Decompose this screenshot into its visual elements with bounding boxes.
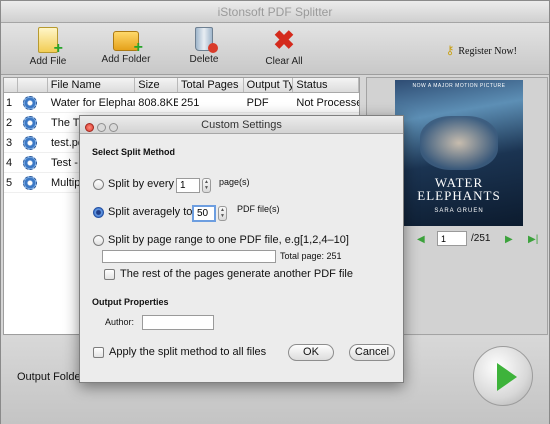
apply-all-checkbox[interactable]	[93, 346, 104, 358]
table-header: File Name Size Total Pages Output Ty Sta…	[4, 78, 359, 93]
section-output-properties: Output Properties	[92, 297, 169, 307]
book-cover-image: NOW A MAJOR MOTION PICTURE WATER ELEPHAN…	[395, 80, 523, 226]
split-average-option[interactable]: Split averagely to	[93, 206, 192, 218]
row-size: 808.8KB	[138, 97, 179, 109]
clear-all-label: Clear All	[265, 56, 303, 67]
row-icon-cell	[18, 133, 48, 152]
add-file-icon	[38, 27, 63, 58]
key-icon: ⚷	[445, 43, 455, 57]
cover-title-line-2: ELEPHANTS	[417, 188, 501, 203]
rest-pages-label: The rest of the pages generate another P…	[120, 268, 353, 280]
pages-per-split-input[interactable]	[176, 178, 200, 193]
apply-all-label: Apply the split method to all files	[109, 346, 267, 358]
rest-pages-checkbox[interactable]	[104, 268, 115, 280]
dialog-titlebar: Custom Settings	[80, 116, 403, 134]
clear-all-button[interactable]: ✖ Clear All	[249, 27, 319, 67]
window-title: iStonsoft PDF Splitter	[1, 1, 549, 23]
split-average-radio[interactable]	[93, 206, 104, 218]
row-icon-cell	[18, 173, 48, 192]
row-icon-cell	[18, 113, 48, 132]
split-range-label: Split by page range to one PDF file, e.g…	[108, 234, 349, 246]
red-x-icon: ✖	[273, 25, 295, 55]
toolbar: Add File Add Folder Delete ✖ Clear All ⚷…	[1, 23, 549, 75]
row-icon-cell	[18, 93, 48, 112]
gear-icon[interactable]	[23, 136, 37, 150]
split-every-radio[interactable]	[93, 178, 104, 190]
close-icon[interactable]	[85, 123, 94, 132]
output-folder-label: Output Folde	[17, 371, 81, 383]
row-total-pages: 251	[181, 97, 200, 109]
page-number-input[interactable]	[437, 231, 467, 246]
split-every-label: Split by every	[108, 178, 175, 190]
row-output-type: PDF	[246, 97, 269, 109]
apply-all-option[interactable]: Apply the split method to all files	[93, 346, 266, 358]
header-output-type[interactable]: Output Ty	[244, 78, 294, 92]
page-total: /251	[471, 233, 491, 244]
dialog-title: Custom Settings	[201, 119, 282, 131]
next-page-icon[interactable]: ▶	[505, 234, 513, 245]
add-folder-icon	[113, 31, 143, 57]
row-index: 4	[6, 157, 13, 169]
cancel-button[interactable]: Cancel	[349, 344, 395, 361]
header-file-name[interactable]: File Name	[48, 78, 136, 92]
row-index: 2	[6, 117, 13, 129]
minimize-icon[interactable]	[97, 123, 106, 132]
add-folder-button[interactable]: Add Folder	[91, 27, 161, 65]
ok-button[interactable]: OK	[288, 344, 334, 361]
row-index: 1	[6, 97, 13, 109]
file-count-input[interactable]	[192, 205, 216, 222]
register-label: Register Now!	[458, 46, 517, 57]
row-file-name: Water for Elephant	[50, 97, 136, 109]
split-every-option[interactable]: Split by every	[93, 178, 174, 190]
add-file-button[interactable]: Add File	[13, 27, 83, 67]
window-controls	[85, 120, 121, 138]
header-index	[4, 78, 18, 92]
cover-author: SARA GRUEN	[434, 208, 484, 214]
file-count-stepper[interactable]: ▲ ▼	[218, 206, 227, 221]
start-button[interactable]	[473, 346, 533, 406]
cover-illustration	[420, 116, 498, 170]
pages-stepper[interactable]: ▲ ▼	[202, 178, 211, 193]
pages-unit-label: page(s)	[219, 177, 250, 187]
header-status[interactable]: Status	[293, 78, 359, 92]
register-now-link[interactable]: ⚷ Register Now!	[446, 43, 517, 58]
cover-tagline: NOW A MAJOR MOTION PICTURE	[412, 83, 506, 89]
gear-icon[interactable]	[23, 116, 37, 130]
split-average-label: Split averagely to	[108, 206, 193, 218]
page-navigator: ◀ /251 ▶ ▶|	[417, 231, 547, 249]
table-row[interactable]: 1 Water for Elephant 808.8KB 251 PDF Not…	[4, 93, 359, 113]
file-unit-label: PDF file(s)	[237, 204, 280, 214]
delete-button[interactable]: Delete	[169, 27, 239, 65]
split-range-radio[interactable]	[93, 234, 104, 246]
total-page-label: Total page: 251	[280, 251, 342, 261]
prev-page-icon[interactable]: ◀	[417, 234, 425, 245]
header-icon	[18, 78, 48, 92]
trash-icon	[195, 27, 218, 53]
add-folder-label: Add Folder	[101, 54, 151, 65]
gear-icon[interactable]	[23, 156, 37, 170]
row-index: 3	[6, 137, 13, 149]
author-label: Author:	[105, 317, 135, 327]
split-range-option[interactable]: Split by page range to one PDF file, e.g…	[93, 234, 349, 246]
row-index: 5	[6, 177, 13, 189]
rest-pages-option[interactable]: The rest of the pages generate another P…	[104, 268, 353, 280]
gear-icon[interactable]	[22, 96, 37, 110]
header-size[interactable]: Size	[135, 78, 179, 92]
row-status: Not Processed	[296, 97, 359, 109]
section-split-method: Select Split Method	[92, 147, 176, 157]
page-range-input[interactable]	[102, 250, 276, 263]
zoom-icon[interactable]	[109, 123, 118, 132]
last-page-icon[interactable]: ▶|	[528, 234, 538, 245]
custom-settings-dialog: Custom Settings Select Split Method Spli…	[79, 115, 404, 383]
header-total-pages[interactable]: Total Pages	[178, 78, 244, 92]
author-input[interactable]	[142, 315, 214, 330]
delete-label: Delete	[189, 54, 219, 65]
row-icon-cell	[18, 153, 48, 172]
gear-icon[interactable]	[23, 176, 37, 190]
